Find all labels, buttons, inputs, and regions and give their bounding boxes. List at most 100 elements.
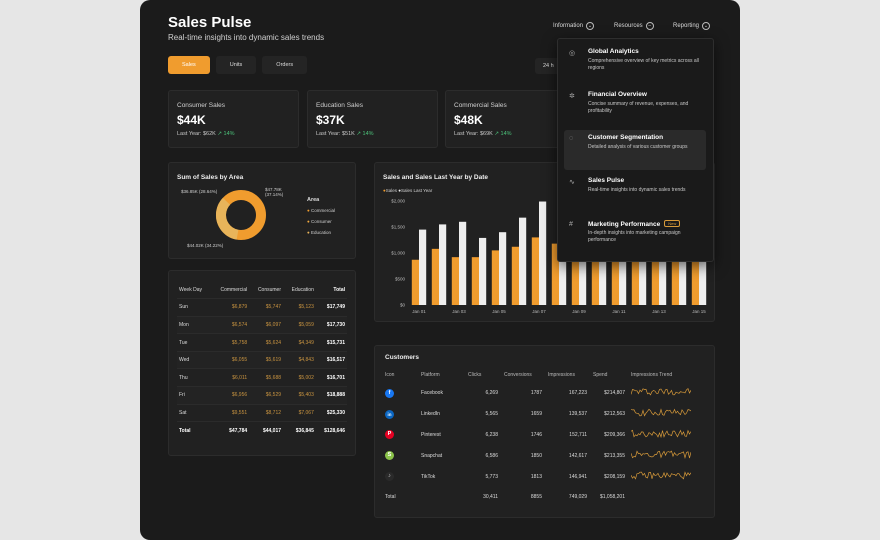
menu-item-title-text: Marketing Performance	[588, 221, 661, 228]
table-total-row: Total $47,784 $44,017 $36,845 $128,646	[177, 421, 347, 440]
bar-sales[interactable]	[471, 257, 479, 305]
donut-label-education: $44.02K (34.22%)	[187, 243, 224, 248]
pinterest-icon: P	[385, 430, 394, 440]
col-header: Commercial	[220, 286, 248, 293]
table-row: Wed $6,055 $5,619 $4,843 $16,517	[177, 350, 347, 369]
cell: 146,941	[568, 473, 587, 480]
cell: LinkedIn	[421, 411, 440, 418]
customers-card: Customers Icon Platform Clicks Conversio…	[374, 345, 715, 518]
cell: $25,330	[315, 403, 347, 422]
legend-title: Area	[307, 197, 320, 203]
tiktok-icon: ♪	[385, 472, 394, 482]
menu-item-global-analytics[interactable]: ◎ Global Analytics Comprehensive overvie…	[564, 44, 706, 84]
nav-information-label: Information	[553, 23, 584, 29]
bar-sales-last-year[interactable]	[479, 237, 487, 305]
cell: 8855	[530, 494, 542, 501]
sparkline-path	[630, 388, 692, 396]
bar-sales[interactable]	[491, 250, 499, 305]
cell: $9,551	[210, 403, 250, 422]
nav-reporting-label: Reporting	[673, 23, 700, 29]
cell: 1850	[530, 452, 542, 459]
page-title: Sales Pulse	[168, 14, 252, 31]
y-tick-label: $1,500	[391, 225, 405, 230]
legend-label: Education	[310, 230, 331, 235]
bar-sales-last-year[interactable]	[539, 201, 547, 305]
kpi-last-year-value: Last Year: $62K	[177, 131, 216, 137]
metric-tabs: Sales Units Orders	[168, 56, 308, 74]
x-tick-label: Jan 01	[412, 309, 426, 314]
nav-information[interactable]: Information ⌄	[553, 22, 595, 30]
menu-item-customer-segmentation[interactable]: ◌ Customer Segmentation Detailed analysi…	[564, 130, 706, 170]
facebook-icon: f	[385, 388, 394, 398]
cell: 5,565	[485, 411, 498, 418]
table-row: S Snapchat 6,586 1850 142,617 $213,355	[385, 445, 703, 466]
x-tick-label: Jan 07	[532, 309, 546, 314]
bar-sales[interactable]	[531, 237, 539, 305]
cell: 152,711	[569, 431, 587, 438]
legend-item-education: ● Education	[307, 230, 331, 235]
cell: $5,123	[283, 298, 316, 317]
cell: $5,747	[249, 298, 284, 317]
tab-sales[interactable]: Sales	[168, 56, 210, 74]
chart-title: Sales and Sales Last Year by Date	[383, 174, 489, 181]
menu-item-financial-overview[interactable]: ✲ Financial Overview Concise summary of …	[564, 87, 706, 127]
x-tick-label: Jan 09	[572, 309, 586, 314]
x-tick-label: Jan 13	[652, 309, 666, 314]
menu-item-title: Sales Pulse	[588, 177, 625, 184]
bar-sales[interactable]	[451, 257, 459, 305]
cell: $36,845	[283, 421, 316, 440]
col-header: Impressions	[548, 372, 575, 378]
nav-resources[interactable]: Resources –	[614, 22, 654, 30]
cell: $6,011	[210, 368, 250, 387]
cell: $208,159	[604, 473, 625, 480]
bar-sales[interactable]	[591, 255, 599, 305]
bar-sales[interactable]	[431, 248, 439, 305]
cell: $214,807	[604, 390, 625, 397]
kpi-value: $44K	[177, 113, 206, 127]
col-header: Impressions Trend	[631, 372, 673, 378]
weekday-table: Week Day Commercial Consumer Education T…	[177, 281, 347, 440]
table-row: Sat $9,551 $8,712 $7,067 $25,330	[177, 403, 347, 422]
cell: $7,067	[283, 403, 316, 422]
menu-item-sales-pulse[interactable]: ∿ Sales Pulse Real-time insights into dy…	[564, 173, 706, 213]
menu-item-marketing-performance[interactable]: # Marketing Performance New In-depth insi…	[564, 216, 706, 256]
cell: $16,701	[315, 368, 347, 387]
chevron-down-icon: ⌄	[702, 22, 711, 30]
bar-sales-last-year[interactable]	[419, 229, 427, 305]
minus-icon: –	[645, 22, 654, 30]
col-header: Consumer	[257, 286, 282, 293]
globe-icon: ◎	[569, 50, 576, 57]
table-row: Fri $6,956 $6,529 $5,403 $18,888	[177, 386, 347, 405]
sparkline-path	[630, 429, 692, 439]
legend-item-consumer: ● Consumer	[307, 219, 332, 224]
cell: Sat	[177, 403, 211, 422]
bar-sales-last-year[interactable]	[499, 232, 507, 305]
sparkline-path	[630, 408, 692, 417]
cell: $6,097	[249, 315, 284, 334]
tab-units[interactable]: Units	[215, 56, 257, 74]
cell: $6,879	[210, 298, 250, 317]
kpi-last-year: Last Year: $62K ↗ 14%	[177, 131, 290, 137]
bar-sales-last-year[interactable]	[459, 221, 467, 305]
cell: Mon	[177, 315, 211, 334]
cell: $128,646	[315, 421, 347, 440]
cell: $1,058,201	[599, 494, 625, 501]
bar-sales[interactable]	[511, 246, 519, 305]
cell: 167,223	[568, 390, 587, 397]
bar-sales-last-year[interactable]	[519, 217, 527, 305]
tab-orders[interactable]: Orders	[262, 56, 308, 74]
nav-reporting[interactable]: Reporting ⌄	[673, 22, 711, 30]
impressions-sparkline	[630, 429, 692, 439]
kpi-last-year: Last Year: $51K ↗ 14%	[316, 131, 429, 137]
cell: $5,758	[210, 333, 250, 352]
cell: Facebook	[421, 390, 443, 397]
x-tick-label: Jan 03	[452, 309, 466, 314]
x-tick-label: Jan 05	[492, 309, 506, 314]
impressions-sparkline	[630, 450, 692, 459]
bar-sales-last-year[interactable]	[439, 224, 447, 305]
bar-sales[interactable]	[411, 259, 419, 305]
cell: 1813	[530, 473, 542, 480]
weekday-table-card: Week Day Commercial Consumer Education T…	[168, 270, 356, 456]
kpi-last-year-value: Last Year: $69K	[454, 131, 493, 137]
cell: Sun	[177, 298, 211, 317]
